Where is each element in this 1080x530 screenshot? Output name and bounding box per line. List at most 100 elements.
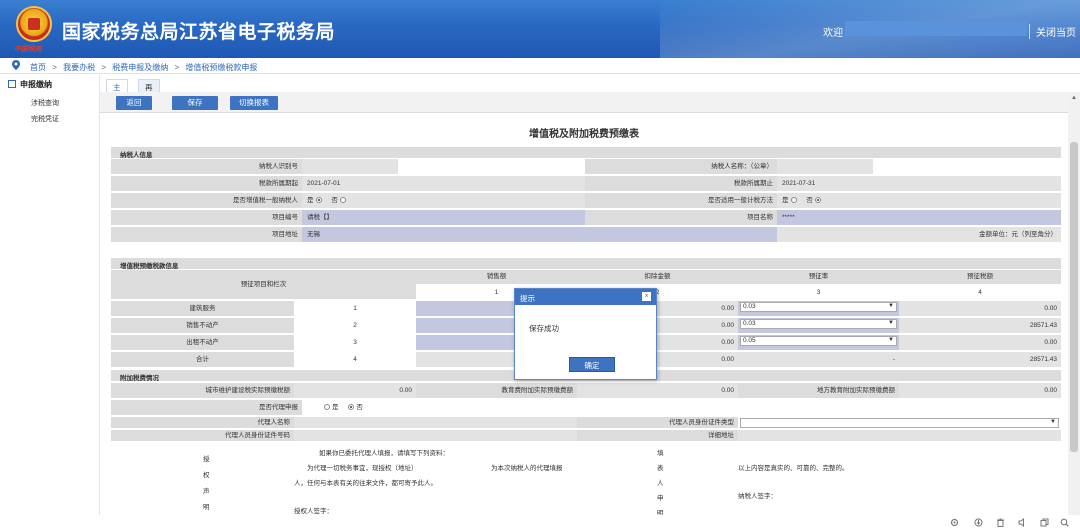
close-page-link[interactable]: 关闭当页: [1029, 24, 1076, 39]
col-num: 4: [899, 285, 1061, 300]
tab-home[interactable]: 主页: [106, 79, 128, 103]
breadcrumb-tax[interactable]: 我要办税: [63, 63, 95, 72]
agent-id-type-select[interactable]: ▼: [740, 418, 1059, 428]
rate-cell: 0.05 ▼: [738, 335, 899, 350]
no-radio[interactable]: [339, 197, 346, 203]
form-row: 纳税人识别号 纳税人名称：（公章）: [111, 159, 1061, 175]
edu-fee-field[interactable]: 0.00: [577, 383, 738, 398]
logo-text: 中国税务: [14, 46, 42, 53]
site-header: 中国税务 国家税务总局江苏省电子税务局 欢迎 关闭当页: [0, 0, 1080, 58]
rate-select[interactable]: 0.03 ▼: [740, 302, 897, 312]
period-start-field[interactable]: 2021-07-01: [302, 176, 585, 191]
project-name-field[interactable]: *****: [777, 210, 1061, 225]
rate-value: 0.05: [743, 337, 756, 344]
dropdown-arrow-icon: ▼: [1050, 419, 1056, 425]
agent-no-radio[interactable]: [348, 404, 355, 410]
row-name: 出租不动产: [111, 335, 294, 350]
taxpayer-id-label: 纳税人识别号: [111, 159, 302, 174]
col-num: 3: [738, 285, 899, 300]
auth-sign-label: 授权人签字：: [294, 508, 333, 515]
col-tax-header: 预征税额: [899, 270, 1061, 284]
auth-text-1: 如果你已委托代理人填报，请填写下列资料：: [319, 450, 449, 457]
delete-icon[interactable]: [996, 518, 1005, 527]
settings-icon[interactable]: [950, 518, 959, 527]
taxpayer-id-field[interactable]: [302, 159, 398, 174]
breadcrumb: 首页 > 我要办税 > 税费申报及缴纳 > 增值税预缴税款申报: [0, 58, 1080, 74]
local-edu-label: 地方教育附加实际预缴费额: [738, 383, 899, 398]
yes-radio[interactable]: [315, 197, 322, 203]
auth-char: 声: [203, 488, 210, 495]
ok-button[interactable]: 确定: [569, 357, 615, 372]
dropdown-arrow-icon: ▼: [888, 320, 894, 326]
period-end-label: 税款所属期止: [585, 176, 777, 191]
dropdown-arrow-icon: ▼: [888, 303, 894, 309]
site-title: 国家税务总局江苏省电子税务局: [62, 22, 336, 43]
agent-name-field[interactable]: [294, 417, 577, 428]
section-taxpayer: 纳税人信息: [111, 147, 1061, 159]
tax-value: 0.00: [899, 301, 1061, 316]
period-end-field[interactable]: 2021-07-31: [777, 176, 1061, 191]
col-item-header: 预征项目和栏次: [111, 270, 416, 299]
breadcrumb-home[interactable]: 首页: [30, 63, 46, 72]
form-title: 增值税及附加税费预缴表: [529, 129, 639, 140]
dialog-title: 提示: [520, 294, 535, 303]
project-no-field[interactable]: 请税【】: [302, 210, 585, 225]
agent-yes-radio[interactable]: [324, 404, 330, 410]
rate-select[interactable]: 0.03 ▼: [740, 319, 897, 329]
row-name: 合计: [111, 352, 294, 367]
row-name: 建筑服务: [111, 301, 294, 316]
scrollbar-thumb[interactable]: [1070, 142, 1078, 452]
address-field[interactable]: [738, 430, 1061, 441]
switch-report-button[interactable]: 切换报表: [230, 96, 278, 110]
back-button[interactable]: 返回: [116, 96, 152, 110]
urban-tax-field[interactable]: 0.00: [294, 383, 416, 398]
section-prepay: 增值税预缴税款信息: [111, 258, 1061, 270]
form-row: 是否代理申报 是 否: [111, 400, 1061, 416]
fill-char: 明: [657, 510, 664, 515]
agent-id-no-field[interactable]: [294, 430, 577, 441]
scroll-up-icon[interactable]: ▲: [1071, 95, 1077, 101]
agent-radios: 是 否: [302, 400, 1061, 415]
auth-char: 明: [203, 504, 210, 511]
auth-char: 权: [203, 472, 210, 479]
taxpayer-name-field[interactable]: [777, 159, 873, 174]
volume-icon[interactable]: [1018, 518, 1027, 527]
close-icon[interactable]: ×: [642, 292, 651, 301]
dropdown-arrow-icon: ▼: [888, 337, 894, 343]
save-button[interactable]: 保存: [172, 96, 218, 110]
fill-text-1: 以上内容是真实的、可靠的、完整的。: [738, 465, 849, 472]
row-name: 销售不动产: [111, 318, 294, 333]
yes-radio[interactable]: [790, 197, 797, 203]
breadcrumb-separator: >: [52, 63, 57, 72]
row-line: 3: [294, 335, 416, 350]
breadcrumb-declare[interactable]: 税费申报及缴纳: [112, 63, 168, 72]
yes-label: 是: [307, 197, 314, 204]
agent-label: 是否代理申报: [111, 400, 302, 415]
vertical-scrollbar[interactable]: ▲: [1068, 92, 1080, 515]
yes-label: 是: [782, 197, 789, 204]
download-icon[interactable]: [974, 518, 983, 527]
fill-char: 表: [657, 465, 664, 472]
tab-redeclare[interactable]: 再次申报 ×: [138, 79, 160, 135]
urban-tax-label: 城市维护建设税实际预缴税额: [111, 383, 294, 398]
copy-icon[interactable]: [1040, 518, 1049, 527]
form-row: 代理人名称 代理人员身份证件类型 ▼: [111, 417, 1061, 429]
auth-text-2: 为代理一切税务事宜，现授权（地址）: [307, 465, 418, 472]
breadcrumb-current[interactable]: 增值税预缴税款申报: [185, 63, 257, 72]
no-radio[interactable]: [814, 197, 821, 203]
menu-icon: [8, 80, 16, 88]
sidebar-head[interactable]: 申报缴纳: [8, 79, 52, 90]
form-row: 是否增值税一般纳税人 是 否 是否适用一般计税方法 是 否: [111, 193, 1061, 209]
rate-select[interactable]: 0.05 ▼: [740, 336, 897, 346]
breadcrumb-separator: >: [174, 63, 180, 72]
agent-id-type-cell: ▼: [738, 417, 1061, 428]
form-row: 税款所属期起 2021-07-01 税款所属期止 2021-07-31: [111, 176, 1061, 192]
local-edu-field[interactable]: 0.00: [899, 383, 1061, 398]
zoom-icon[interactable]: [1060, 518, 1069, 527]
alert-dialog: 提示 × 保存成功 确定: [514, 288, 657, 380]
form-row: 项目编号 请税【】 项目名称 *****: [111, 210, 1061, 226]
sidebar-item-certificate[interactable]: 完税凭证: [31, 114, 59, 124]
project-addr-field[interactable]: 无锡: [302, 227, 777, 242]
period-start-label: 税款所属期起: [111, 176, 302, 191]
sidebar-item-query[interactable]: 涉税查询: [31, 98, 59, 108]
